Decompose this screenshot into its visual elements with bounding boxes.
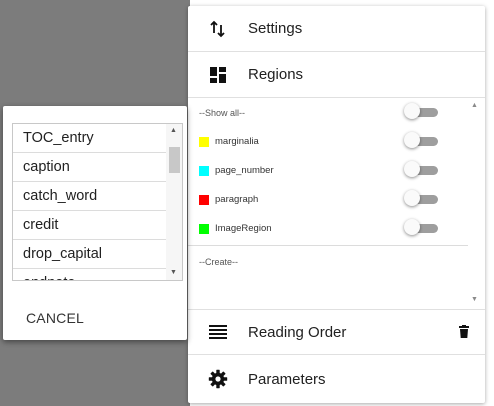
settings-label: Settings	[248, 20, 303, 37]
scroll-down-arrow-icon[interactable]: ▼	[471, 296, 478, 303]
show-all-toggle[interactable]	[404, 103, 440, 119]
region-type-dialog: TOC_entry caption catch_word credit drop…	[3, 106, 187, 340]
show-all-label: --Show all--	[199, 107, 246, 118]
region-type-list[interactable]: TOC_entry caption catch_word credit drop…	[12, 123, 183, 281]
parameters-menu-item[interactable]: Parameters	[188, 355, 485, 403]
color-swatch	[199, 223, 209, 234]
create-region-item[interactable]: --Create--	[188, 245, 468, 267]
create-label: --Create--	[199, 257, 239, 267]
scroll-down-arrow-icon[interactable]: ▼	[170, 269, 177, 276]
regions-label: Regions	[248, 66, 304, 83]
side-panel: Settings Regions --Show all-- marginalia	[188, 6, 485, 403]
regions-list: --Show all-- marginalia page_number para…	[188, 98, 485, 309]
lines-icon	[188, 324, 248, 340]
region-toggle-paragraph[interactable]	[404, 190, 440, 206]
region-toggle-page-number[interactable]	[404, 161, 440, 177]
region-name: page_number	[215, 165, 274, 176]
region-name: ImageRegion	[215, 223, 272, 234]
scroll-up-arrow-icon[interactable]: ▲	[471, 102, 478, 109]
trash-icon[interactable]	[459, 325, 469, 343]
list-item[interactable]: catch_word	[13, 182, 166, 211]
color-swatch	[199, 194, 209, 205]
region-toggle-imageregion[interactable]	[404, 219, 440, 235]
settings-menu-item[interactable]: Settings	[188, 6, 485, 52]
list-item[interactable]: caption	[13, 153, 166, 182]
scroll-up-arrow-icon[interactable]: ▲	[170, 127, 177, 134]
list-item[interactable]: TOC_entry	[13, 124, 166, 153]
color-swatch	[199, 165, 209, 176]
region-toggle-marginalia[interactable]	[404, 132, 440, 148]
region-name: marginalia	[215, 136, 259, 147]
parameters-label: Parameters	[248, 370, 326, 388]
reading-order-label: Reading Order	[248, 323, 347, 341]
region-name: paragraph	[215, 194, 259, 205]
color-swatch	[199, 136, 209, 147]
list-item[interactable]: drop_capital	[13, 240, 166, 269]
list-item[interactable]: endnote	[13, 269, 166, 280]
reading-order-menu-item[interactable]: Reading Order	[188, 309, 485, 355]
sort-arrows-icon	[188, 20, 248, 38]
list-scrollbar[interactable]: ▲ ▼	[166, 124, 182, 280]
regions-menu-item[interactable]: Regions	[188, 52, 485, 98]
cancel-button[interactable]: CANCEL	[26, 310, 84, 326]
scrollbar-thumb[interactable]	[169, 147, 180, 173]
regions-scrollbar[interactable]: ▲ ▼	[468, 98, 482, 309]
gear-icon	[188, 369, 248, 389]
dashboard-icon	[188, 66, 248, 84]
list-item[interactable]: credit	[13, 211, 166, 240]
